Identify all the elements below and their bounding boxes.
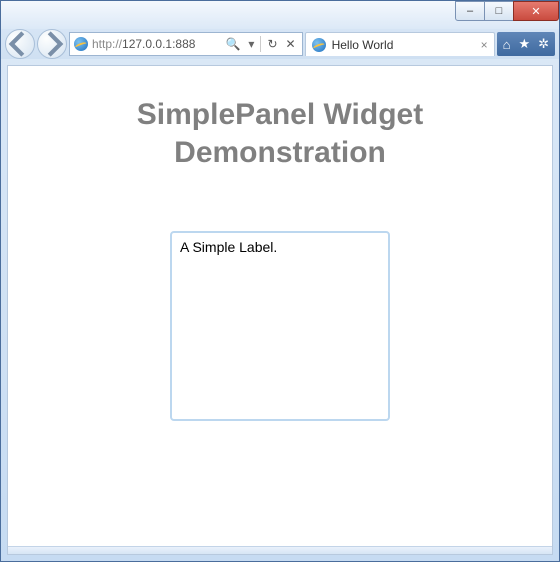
page-content: SimplePanel Widget Demonstration A Simpl… [7,65,553,555]
search-icon[interactable]: 🔍 [223,37,242,51]
ie-icon [74,37,88,51]
toolbar-icons: ⌂ ★ ✲ [497,32,555,56]
home-icon[interactable]: ⌂ [503,37,511,52]
page-heading: SimplePanel Widget Demonstration [28,96,532,171]
panel-label: A Simple Label. [180,239,380,255]
heading-line1: SimplePanel Widget [137,98,423,131]
nav-row: http://127.0.0.1:888 🔍 ▾ ↻ ✕ Hello World… [1,29,559,59]
window-controls: – □ ✕ [456,1,559,21]
tab-favicon [312,38,326,52]
navbar: http://127.0.0.1:888 🔍 ▾ ↻ ✕ Hello World… [1,26,559,62]
divider [260,36,261,52]
refresh-button[interactable]: ↻ [265,37,279,51]
simple-panel: A Simple Label. [170,231,390,421]
browser-window: – □ ✕ http://127.0.0.1:888 🔍 ▾ ↻ ✕ [0,0,560,562]
favorites-icon[interactable]: ★ [518,36,530,52]
statusbar [8,546,552,554]
settings-icon[interactable]: ✲ [538,36,549,52]
tab-hello-world[interactable]: Hello World × [305,32,495,56]
back-button[interactable] [5,29,35,59]
url-protocol: http:// [92,37,122,51]
tab-title: Hello World [332,38,394,52]
minimize-button[interactable]: – [455,1,485,21]
titlebar: – □ ✕ [1,1,559,29]
url-text: http://127.0.0.1:888 [92,37,219,51]
forward-button[interactable] [37,29,67,59]
maximize-button[interactable]: □ [484,1,514,21]
page-body: SimplePanel Widget Demonstration A Simpl… [8,66,552,451]
close-button[interactable]: ✕ [513,1,559,21]
heading-line2: Demonstration [174,136,386,169]
dropdown-icon[interactable]: ▾ [246,37,256,51]
url-host: 127.0.0.1:888 [122,37,195,51]
address-bar[interactable]: http://127.0.0.1:888 🔍 ▾ ↻ ✕ [69,32,303,56]
tab-close-button[interactable]: × [481,38,488,52]
stop-button[interactable]: ✕ [284,37,298,51]
